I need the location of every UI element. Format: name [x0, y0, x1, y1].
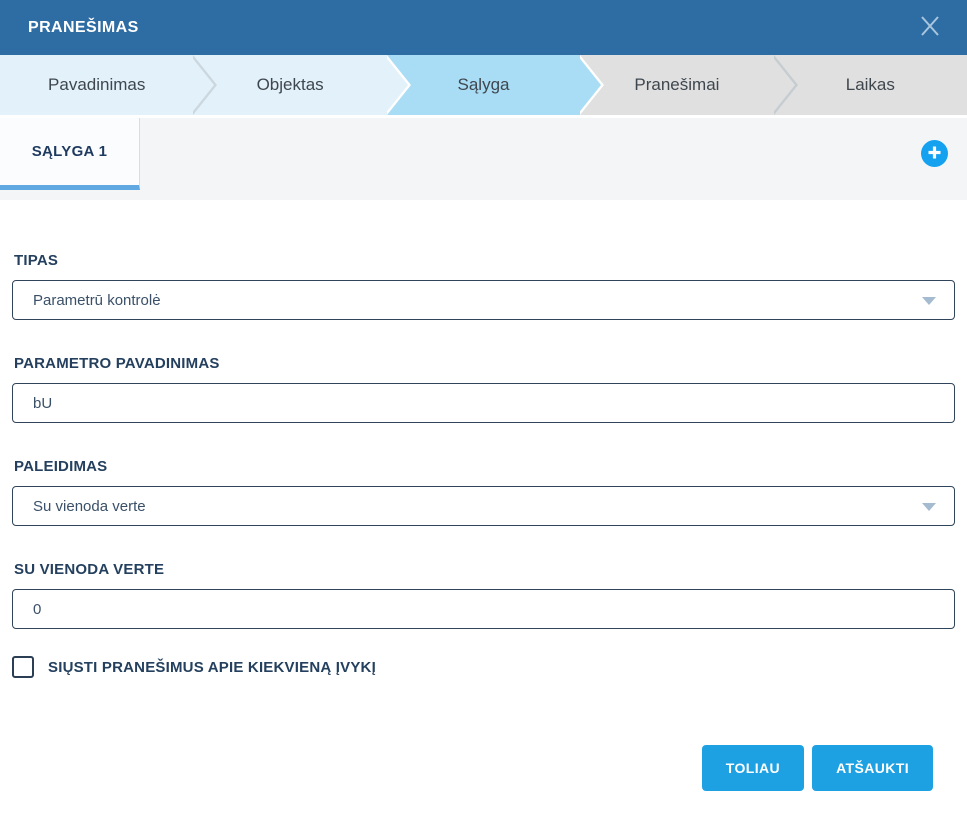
wizard-step-salyga[interactable]: Sąlyga	[387, 55, 580, 115]
wizard-step-pranesimai[interactable]: Pranešimai	[580, 55, 773, 115]
cancel-button[interactable]: ATŠAUKTI	[812, 745, 933, 791]
add-condition-button[interactable]	[921, 140, 948, 167]
field-tipas: TIPAS Parametrū kontrolė	[12, 252, 955, 320]
close-button[interactable]	[913, 11, 947, 45]
chevron-down-icon	[922, 297, 936, 305]
paleidimas-label: PALEIDIMAS	[14, 458, 955, 475]
wizard-step-label: Sąlyga	[458, 75, 510, 95]
su-vienoda-verte-input[interactable]	[12, 589, 955, 629]
condition-form: TIPAS Parametrū kontrolė PARAMETRO PAVAD…	[0, 200, 967, 791]
wizard-step-label: Pranešimai	[634, 75, 719, 95]
wizard-step-label: Laikas	[846, 75, 895, 95]
su-vienoda-verte-label: SU VIENODA VERTE	[14, 561, 955, 578]
chevron-down-icon	[922, 503, 936, 511]
dialog-footer: TOLIAU ATŠAUKTI	[12, 745, 955, 791]
parametro-pavadinimas-label: PARAMETRO PAVADINIMAS	[14, 355, 955, 372]
wizard-step-label: Pavadinimas	[48, 75, 145, 95]
wizard-steps: Pavadinimas Objektas Sąlyga Pranešimai L…	[0, 55, 967, 115]
wizard-step-laikas[interactable]: Laikas	[774, 55, 967, 115]
paleidimas-selected-value: Su vienoda verte	[33, 498, 146, 515]
paleidimas-select[interactable]: Su vienoda verte	[12, 486, 955, 526]
next-button[interactable]: TOLIAU	[702, 745, 804, 791]
tipas-label: TIPAS	[14, 252, 955, 269]
field-su-vienoda-verte: SU VIENODA VERTE	[12, 561, 955, 629]
condition-tab-bar: SĄLYGA 1	[0, 118, 967, 200]
close-icon	[917, 13, 943, 42]
wizard-step-label: Objektas	[257, 75, 324, 95]
send-every-event-row: SIŲSTI PRANEŠIMUS APIE KIEKVIENĄ ĮVYKĮ	[12, 655, 955, 679]
field-parametro-pavadinimas: PARAMETRO PAVADINIMAS	[12, 355, 955, 423]
dialog-header: PRANEŠIMAS	[0, 0, 967, 55]
wizard-step-pavadinimas[interactable]: Pavadinimas	[0, 55, 193, 115]
send-every-event-label: SIŲSTI PRANEŠIMUS APIE KIEKVIENĄ ĮVYKĮ	[48, 659, 376, 676]
plus-icon	[927, 145, 942, 163]
tipas-select[interactable]: Parametrū kontrolė	[12, 280, 955, 320]
dialog-title: PRANEŠIMAS	[28, 19, 913, 37]
field-paleidimas: PALEIDIMAS Su vienoda verte	[12, 458, 955, 526]
send-every-event-checkbox[interactable]	[12, 656, 34, 678]
tipas-selected-value: Parametrū kontrolė	[33, 292, 161, 309]
parametro-pavadinimas-input[interactable]	[12, 383, 955, 423]
wizard-step-objektas[interactable]: Objektas	[193, 55, 386, 115]
tab-salyga-1[interactable]: SĄLYGA 1	[0, 118, 140, 190]
notification-dialog: PRANEŠIMAS Pavadinimas Objektas Sąlyga P…	[0, 0, 967, 827]
